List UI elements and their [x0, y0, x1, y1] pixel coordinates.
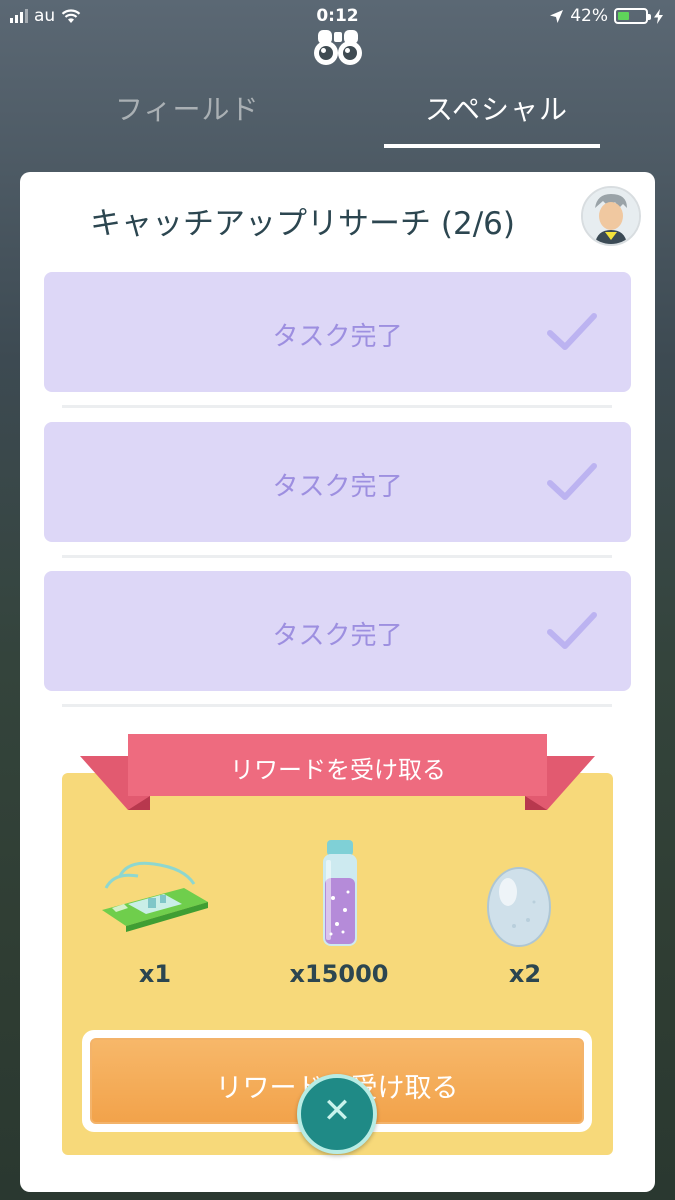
- battery-fill: [618, 12, 629, 20]
- charging-bolt-icon: [654, 8, 663, 24]
- task-card-2[interactable]: タスク完了: [44, 422, 631, 542]
- close-icon: ✕: [322, 1091, 352, 1131]
- reward-banner-label: リワードを受け取る: [230, 756, 446, 784]
- battery-percent: 42%: [570, 6, 608, 26]
- egg-icon[interactable]: [484, 862, 554, 948]
- battery-icon: [614, 8, 651, 24]
- tab-field[interactable]: フィールド: [115, 88, 259, 128]
- stardust-icon[interactable]: [315, 838, 365, 950]
- active-tab-indicator: [384, 144, 600, 148]
- task-status-label: タスク完了: [272, 322, 403, 352]
- incubator-icon[interactable]: [98, 858, 212, 934]
- task-card-1[interactable]: タスク完了: [44, 272, 631, 392]
- professor-portrait-icon: [583, 188, 639, 244]
- task-status-label: タスク完了: [272, 621, 403, 651]
- checkmark-icon: [547, 463, 597, 500]
- task-status-label: タスク完了: [272, 472, 403, 502]
- task-divider: [62, 405, 612, 408]
- research-panel: キャッチアップリサーチ (2/6) タスク完了 タスク完了 タスク完了 リワード…: [20, 172, 655, 1192]
- task-divider: [62, 555, 612, 558]
- task-divider: [62, 704, 612, 707]
- research-tabs: フィールド スペシャル: [0, 80, 675, 150]
- binoculars-icon[interactable]: [312, 28, 364, 68]
- research-title: キャッチアップリサーチ (2/6): [90, 206, 515, 242]
- reward-count-incubator: x1: [138, 960, 172, 988]
- task-card-3[interactable]: タスク完了: [44, 571, 631, 691]
- checkmark-icon: [547, 313, 597, 350]
- reward-count-stardust: x15000: [289, 960, 389, 988]
- checkmark-icon: [547, 612, 597, 649]
- status-right: 42%: [549, 6, 663, 26]
- reward-count-egg: x2: [508, 960, 542, 988]
- close-button[interactable]: ✕: [297, 1074, 377, 1154]
- professor-avatar[interactable]: [581, 186, 641, 246]
- tab-special[interactable]: スペシャル: [425, 88, 568, 128]
- location-arrow-icon: [550, 9, 564, 23]
